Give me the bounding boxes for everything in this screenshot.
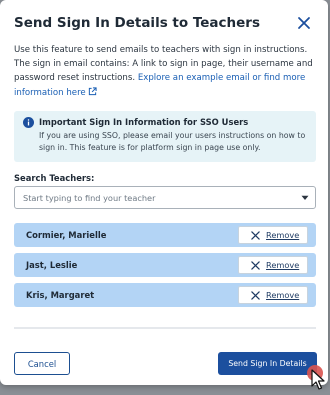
- teacher-search-input[interactable]: [15, 187, 295, 208]
- send-sign-in-details-button[interactable]: Send Sign In Details: [218, 352, 317, 375]
- close-icon: [251, 291, 260, 300]
- remove-label: Remove: [266, 230, 300, 240]
- teacher-row: Kris, Margaret Remove: [14, 283, 316, 307]
- dialog-title: Send Sign In Details to Teachers: [14, 15, 260, 31]
- info-title: Important Sign In Information for SSO Us…: [39, 117, 249, 127]
- teacher-search-combobox[interactable]: [14, 186, 316, 209]
- remove-label: Remove: [266, 260, 300, 270]
- dialog-header: Send Sign In Details to Teachers: [14, 13, 314, 35]
- teacher-row: Jast, Leslie Remove: [14, 253, 316, 277]
- remove-teacher-button[interactable]: Remove: [238, 286, 308, 304]
- remove-teacher-button[interactable]: Remove: [238, 226, 308, 244]
- remove-teacher-button[interactable]: Remove: [238, 256, 308, 274]
- send-sign-in-dialog: Send Sign In Details to Teachers Use thi…: [0, 0, 328, 385]
- sso-info-box: Important Sign In Information for SSO Us…: [14, 111, 316, 162]
- cancel-button[interactable]: Cancel: [14, 352, 70, 375]
- remove-label: Remove: [266, 290, 300, 300]
- selected-teachers-list: Cormier, Marielle Remove Jast, Leslie Re…: [14, 223, 316, 313]
- chevron-down-icon[interactable]: [301, 195, 309, 201]
- info-body: If you are using SSO, please email your …: [39, 131, 306, 152]
- info-icon: [23, 117, 34, 128]
- external-link-icon: [88, 87, 97, 95]
- close-icon: [298, 17, 310, 29]
- mouse-pointer-icon: [311, 369, 325, 390]
- search-label: Search Teachers:: [14, 173, 95, 183]
- teacher-name: Kris, Margaret: [26, 290, 95, 300]
- teacher-name: Cormier, Marielle: [26, 230, 107, 240]
- teacher-row: Cormier, Marielle Remove: [14, 223, 316, 247]
- intro-text: Use this feature to send emails to teach…: [14, 43, 314, 100]
- footer-divider: [14, 327, 316, 329]
- teacher-name: Jast, Leslie: [26, 260, 78, 270]
- close-icon: [251, 231, 260, 240]
- close-button[interactable]: [296, 15, 312, 31]
- close-icon: [251, 261, 260, 270]
